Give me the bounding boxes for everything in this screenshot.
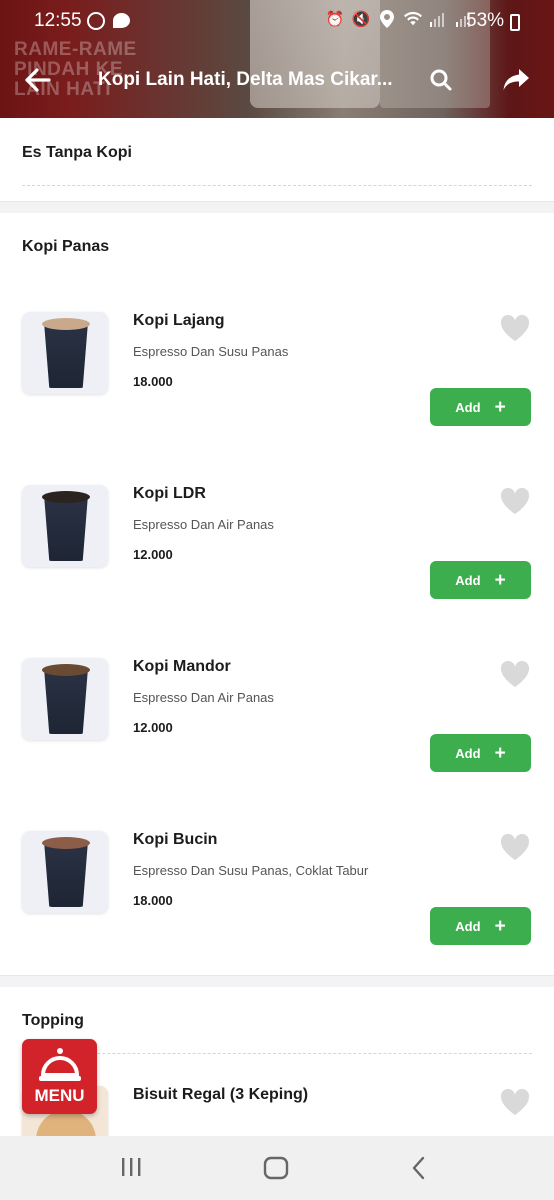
cup-image — [44, 841, 88, 907]
status-icons: ⏰ 🔇 — [326, 10, 474, 28]
cloche-icon — [39, 1048, 81, 1081]
back-arrow-icon[interactable] — [24, 66, 52, 94]
heart-icon[interactable] — [500, 487, 530, 515]
wifi-icon — [404, 10, 422, 28]
alarm-icon: ⏰ — [325, 11, 345, 28]
item-name: Kopi Mandor — [133, 658, 231, 675]
add-label: Add — [455, 745, 481, 761]
top-nav: Kopi Lain Hati, Delta Mas Cikar... — [0, 58, 554, 102]
mute-icon: 🔇 — [351, 11, 371, 28]
add-label: Add — [455, 572, 481, 588]
add-button[interactable]: Add + — [430, 734, 531, 772]
coffee-foam — [42, 318, 90, 330]
section-gap — [0, 975, 554, 987]
list-item[interactable]: Kopi LDR Espresso Dan Air Panas 12.000 A… — [0, 485, 554, 658]
battery-percent: 53% — [466, 10, 505, 31]
location-icon — [378, 10, 396, 28]
item-description: Espresso Dan Susu Panas — [133, 344, 289, 359]
list-item[interactable]: Kopi Lajang Espresso Dan Susu Panas 18.0… — [0, 312, 554, 485]
recent-apps-icon[interactable] — [119, 1156, 143, 1178]
heart-icon[interactable] — [500, 833, 530, 861]
item-thumbnail — [22, 831, 108, 913]
store-title: Kopi Lain Hati, Delta Mas Cikar... — [98, 69, 393, 90]
whatsapp-icon — [87, 12, 105, 30]
cup-image — [44, 668, 88, 734]
heart-icon[interactable] — [500, 660, 530, 688]
coffee-foam — [42, 837, 90, 849]
add-button[interactable]: Add + — [430, 907, 531, 945]
status-bar: 12:55 ⏰ 🔇 53% — [0, 6, 554, 38]
item-price: 18.000 — [133, 893, 173, 908]
back-icon[interactable] — [410, 1156, 428, 1180]
plus-icon: + — [494, 742, 506, 764]
menu-list[interactable]: Es Tanpa Kopi Kopi Panas Kopi Lajang Esp… — [0, 118, 554, 1136]
item-name: Bisuit Regal (3 Keping) — [133, 1086, 309, 1103]
cup-image — [44, 322, 88, 388]
store-header: RAME-RAME PINDAH KE LAIN HATI 12:55 ⏰ 🔇 … — [0, 0, 554, 118]
item-price: 12.000 — [133, 720, 173, 735]
plus-icon: + — [494, 396, 506, 418]
item-name: Kopi Bucin — [133, 831, 218, 848]
item-description: Espresso Dan Air Panas — [133, 690, 274, 705]
plus-icon: + — [494, 569, 506, 591]
system-nav-bar — [0, 1136, 554, 1200]
home-icon[interactable] — [263, 1156, 289, 1180]
coffee-foam — [42, 491, 90, 503]
add-label: Add — [455, 918, 481, 934]
section-gap — [0, 201, 554, 213]
search-icon[interactable] — [428, 67, 454, 93]
add-button[interactable]: Add + — [430, 561, 531, 599]
item-name: Kopi Lajang — [133, 312, 225, 329]
add-button[interactable]: Add + — [430, 388, 531, 426]
item-price: 12.000 — [133, 547, 173, 562]
divider — [22, 185, 532, 186]
item-thumbnail — [22, 658, 108, 740]
item-thumbnail — [22, 312, 108, 394]
share-icon[interactable] — [502, 67, 530, 93]
signal-icon — [430, 10, 448, 28]
add-label: Add — [455, 399, 481, 415]
item-name: Kopi LDR — [133, 485, 206, 502]
menu-label: MENU — [34, 1086, 85, 1105]
item-description: Espresso Dan Air Panas — [133, 517, 274, 532]
heart-icon[interactable] — [500, 314, 530, 342]
section-title-es-tanpa-kopi: Es Tanpa Kopi — [22, 144, 132, 161]
item-price: 18.000 — [133, 374, 173, 389]
coffee-foam — [42, 664, 90, 676]
section-title-kopi-panas: Kopi Panas — [22, 238, 110, 255]
item-thumbnail — [22, 485, 108, 567]
heart-icon[interactable] — [500, 1088, 530, 1116]
cup-image — [44, 495, 88, 561]
battery-icon — [510, 14, 520, 31]
item-description: Espresso Dan Susu Panas, Coklat Tabur — [133, 863, 369, 878]
menu-button[interactable]: MENU — [22, 1039, 97, 1114]
chat-bubble-icon — [113, 13, 130, 28]
status-time: 12:55 — [34, 10, 82, 31]
section-title-topping: Topping — [22, 1012, 84, 1029]
divider — [22, 1053, 532, 1054]
list-item[interactable]: Kopi Mandor Espresso Dan Air Panas 12.00… — [0, 658, 554, 831]
plus-icon: + — [494, 915, 506, 937]
